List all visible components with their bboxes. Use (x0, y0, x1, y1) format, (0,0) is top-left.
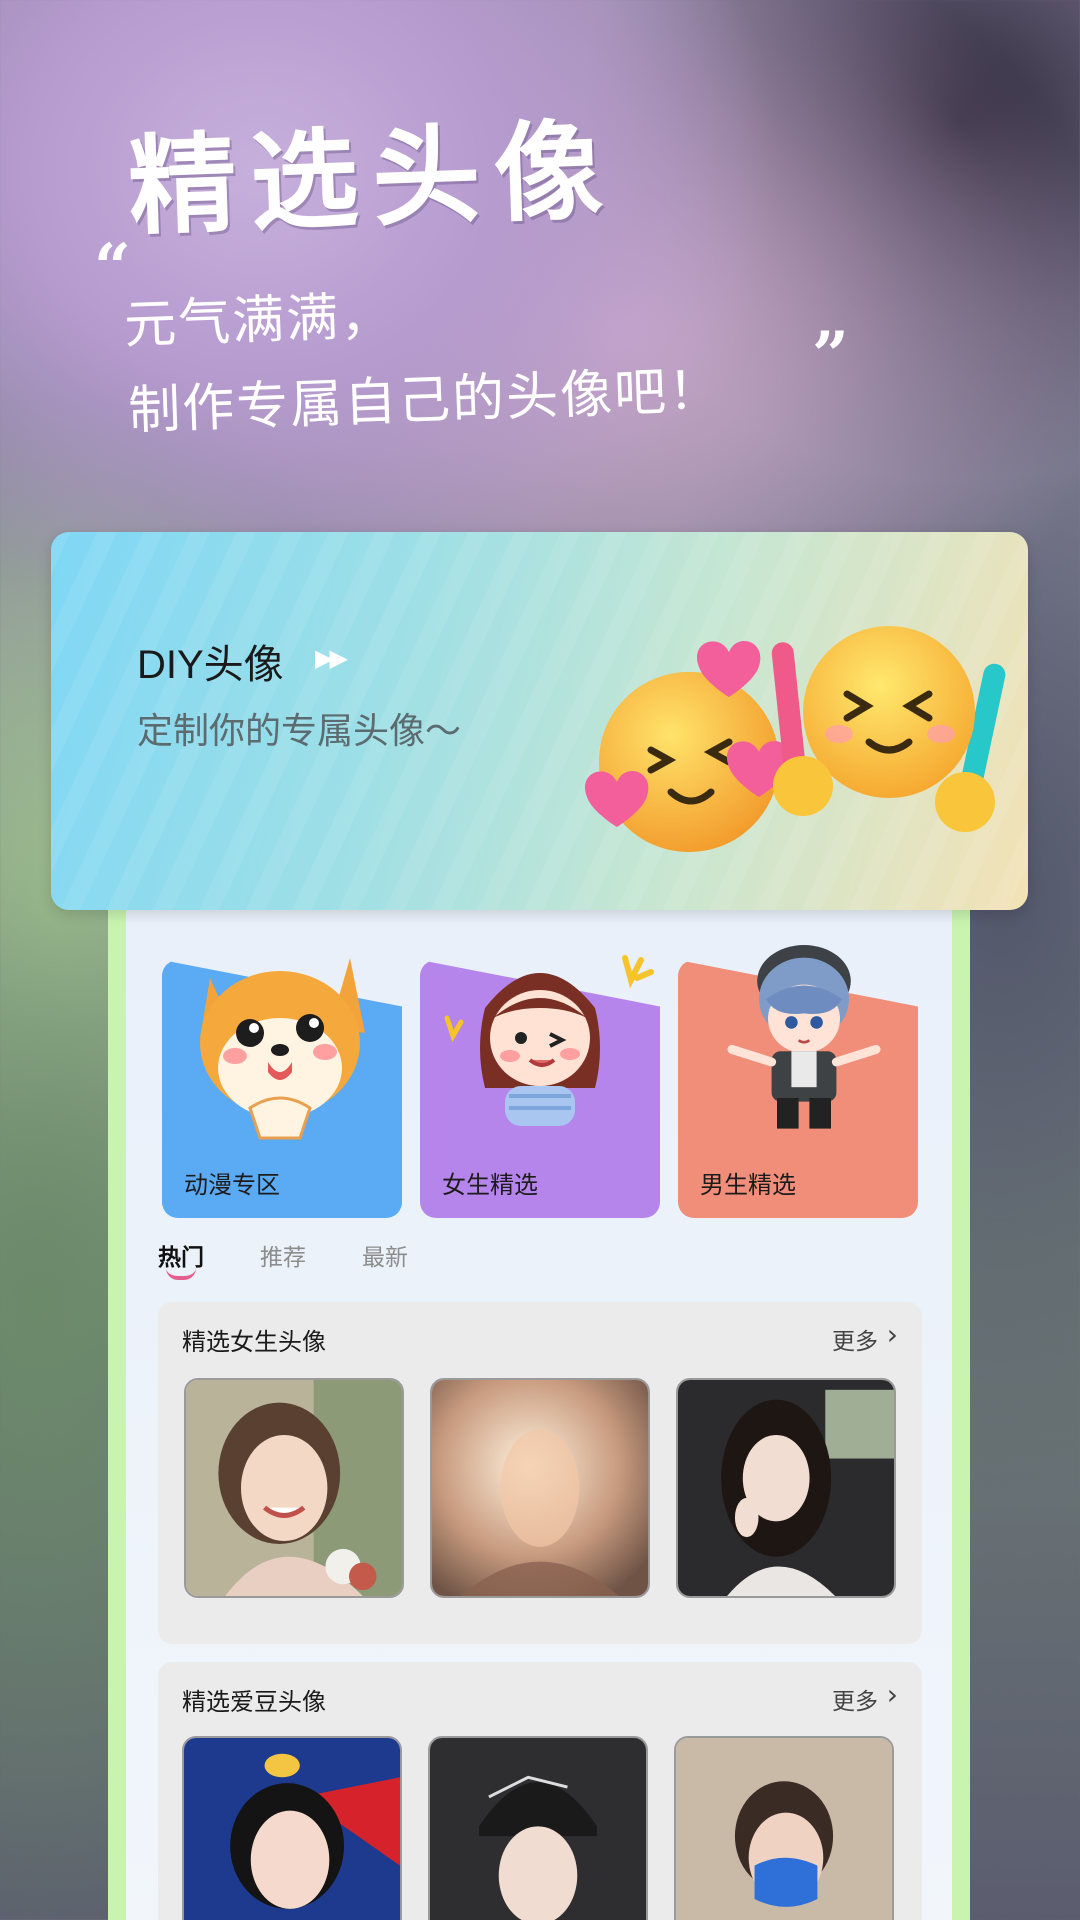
avatar-image (186, 1380, 402, 1596)
more-link[interactable]: 更多 (832, 1322, 878, 1356)
avatar-image (678, 1380, 894, 1596)
category-girls[interactable]: 女生精选 (420, 955, 660, 1218)
avatar-image (432, 1380, 648, 1596)
quote-close-mark: ” (812, 318, 849, 393)
hero-tagline-line2: 制作专属自己的头像吧！ (127, 360, 724, 442)
avatar-thumbnail[interactable] (182, 1736, 402, 1920)
diy-avatar-banner[interactable]: DIY头像 ▶▶ 定制你的专属头像～ (51, 532, 1028, 910)
category-boys[interactable]: 男生精选 (678, 945, 918, 1218)
category-label: 女生精选 (442, 1171, 538, 1199)
section-girl-avatars: 精选女生头像 更多 › (158, 1302, 922, 1644)
avatar-image (676, 1738, 892, 1920)
diy-title: DIY头像 (137, 643, 284, 687)
hero-tagline-line1: 元气满满， (123, 286, 396, 356)
section-title: 精选女生头像 (182, 1328, 326, 1356)
chevron-right-icon[interactable]: › (887, 1678, 898, 1711)
avatar-image (184, 1738, 400, 1920)
diy-subtitle: 定制你的专属头像～ (137, 711, 462, 752)
cheering-emoji-icon (771, 626, 1006, 832)
avatar-thumbnail[interactable] (430, 1378, 650, 1598)
play-arrows-icon: ▶▶ (315, 644, 348, 672)
girl-cartoon-icon (444, 955, 654, 1126)
avatar-thumbnail[interactable] (428, 1736, 648, 1920)
category-label: 动漫专区 (184, 1171, 280, 1199)
chevron-right-icon[interactable]: › (887, 1318, 898, 1351)
more-link[interactable]: 更多 (832, 1682, 878, 1716)
boy-cartoon-icon (727, 945, 881, 1129)
avatar-image (430, 1738, 646, 1920)
feed-tabs: 热门 推荐 最新 (158, 1238, 408, 1280)
avatar-thumbnail[interactable] (676, 1378, 896, 1598)
category-anime[interactable]: 动漫专区 (162, 958, 402, 1218)
shiba-dog-icon (200, 958, 365, 1140)
tab-latest[interactable]: 最新 (362, 1238, 408, 1272)
tab-label: 最新 (362, 1245, 408, 1271)
avatar-thumbnail[interactable] (674, 1736, 894, 1920)
tab-recommend[interactable]: 推荐 (260, 1238, 306, 1272)
section-idol-avatars: 精选爱豆头像 更多 › (158, 1662, 922, 1920)
category-label: 男生精选 (700, 1171, 796, 1199)
avatar-thumbnail[interactable] (184, 1378, 404, 1598)
section-title: 精选爱豆头像 (182, 1688, 326, 1716)
hero-title: 精选头像 (126, 108, 619, 251)
tab-label: 推荐 (260, 1245, 306, 1271)
tab-hot[interactable]: 热门 (158, 1238, 204, 1280)
